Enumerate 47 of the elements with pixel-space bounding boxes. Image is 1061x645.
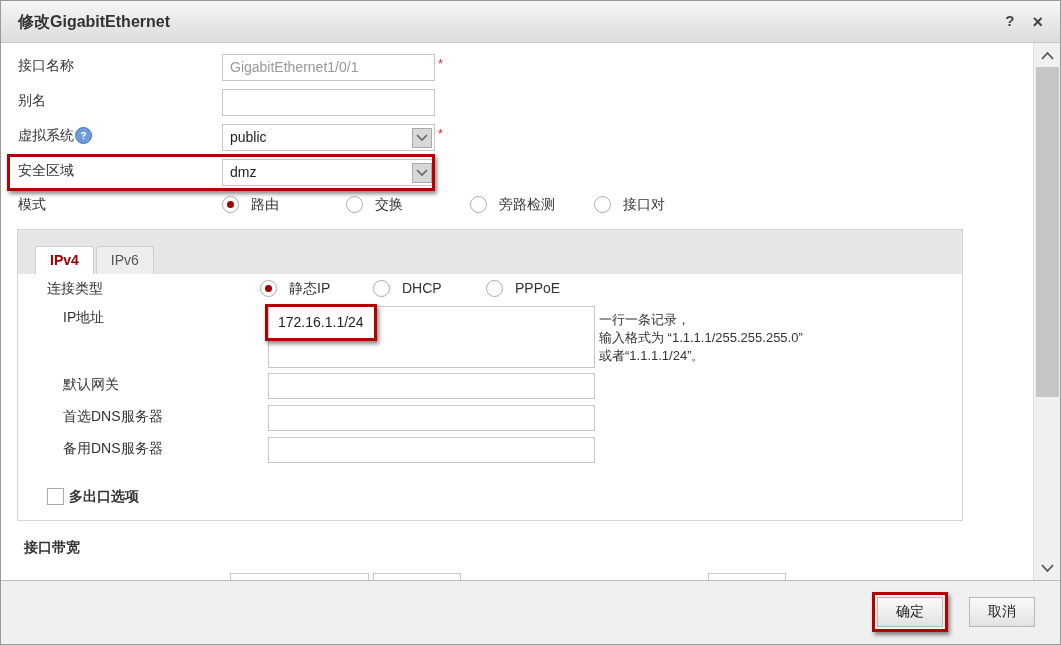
field-label: 模式: [18, 195, 46, 214]
dialog-button[interactable]: 取消: [969, 596, 1035, 627]
required-mark: *: [438, 55, 444, 73]
input-field[interactable]: [222, 89, 435, 116]
field-label: 虚拟系统: [18, 126, 74, 145]
scrollbar[interactable]: [1033, 43, 1060, 580]
input-field[interactable]: [268, 373, 595, 399]
tab[interactable]: IPv4: [35, 246, 94, 274]
field-label: 默认网关: [63, 375, 120, 394]
tab[interactable]: IPv6: [95, 246, 154, 274]
help-button[interactable]: ?: [1005, 10, 1015, 33]
radio-label: PPPoE: [515, 278, 561, 298]
radio-label: 静态IP: [289, 278, 331, 298]
checkbox[interactable]: [47, 488, 64, 505]
radio-label: 旁路检测: [499, 195, 555, 214]
field-label: 别名: [18, 91, 46, 110]
field-label: 接口名称: [18, 56, 74, 75]
radio-label: 交换: [375, 195, 403, 214]
radio-button[interactable]: [373, 279, 390, 297]
radio-label: DHCP: [402, 278, 442, 298]
radio-label: 路由: [251, 195, 279, 214]
text-area[interactable]: 172.16.1.1/24: [268, 306, 595, 368]
select-field[interactable]: public: [222, 124, 435, 151]
dialog-button[interactable]: 确定: [877, 596, 943, 627]
radio-button[interactable]: [346, 196, 363, 213]
radio-button[interactable]: [486, 279, 503, 297]
field-label: 首选DNS服务器: [63, 407, 164, 426]
radio-label: 接口对: [623, 195, 665, 214]
required-mark: *: [438, 125, 444, 143]
radio-button[interactable]: [260, 279, 277, 297]
section-heading: 接口带宽: [24, 538, 81, 557]
close-button[interactable]: ×: [1032, 12, 1043, 31]
radio-button[interactable]: [222, 196, 239, 213]
hint-text: 或者“1.1.1.1/24”。: [599, 347, 706, 365]
field-label: 安全区域: [18, 161, 74, 180]
radio-button[interactable]: [594, 196, 611, 213]
field-label: 连接类型: [47, 278, 104, 298]
input-field[interactable]: [268, 405, 595, 431]
hint-text: 输入格式为 “1.1.1.1/255.255.255.0”: [599, 329, 803, 347]
hint-text: 一行一条记录，: [599, 311, 691, 329]
scroll-thumb[interactable]: [1035, 67, 1059, 397]
checkbox-label: 多出口选项: [69, 487, 139, 506]
radio-button[interactable]: [470, 196, 487, 213]
input-field[interactable]: [268, 437, 595, 463]
field-label: 备用DNS服务器: [63, 439, 164, 458]
field-label: IP地址: [63, 308, 106, 327]
window-title: 修改GigabitEthernet: [18, 11, 170, 32]
